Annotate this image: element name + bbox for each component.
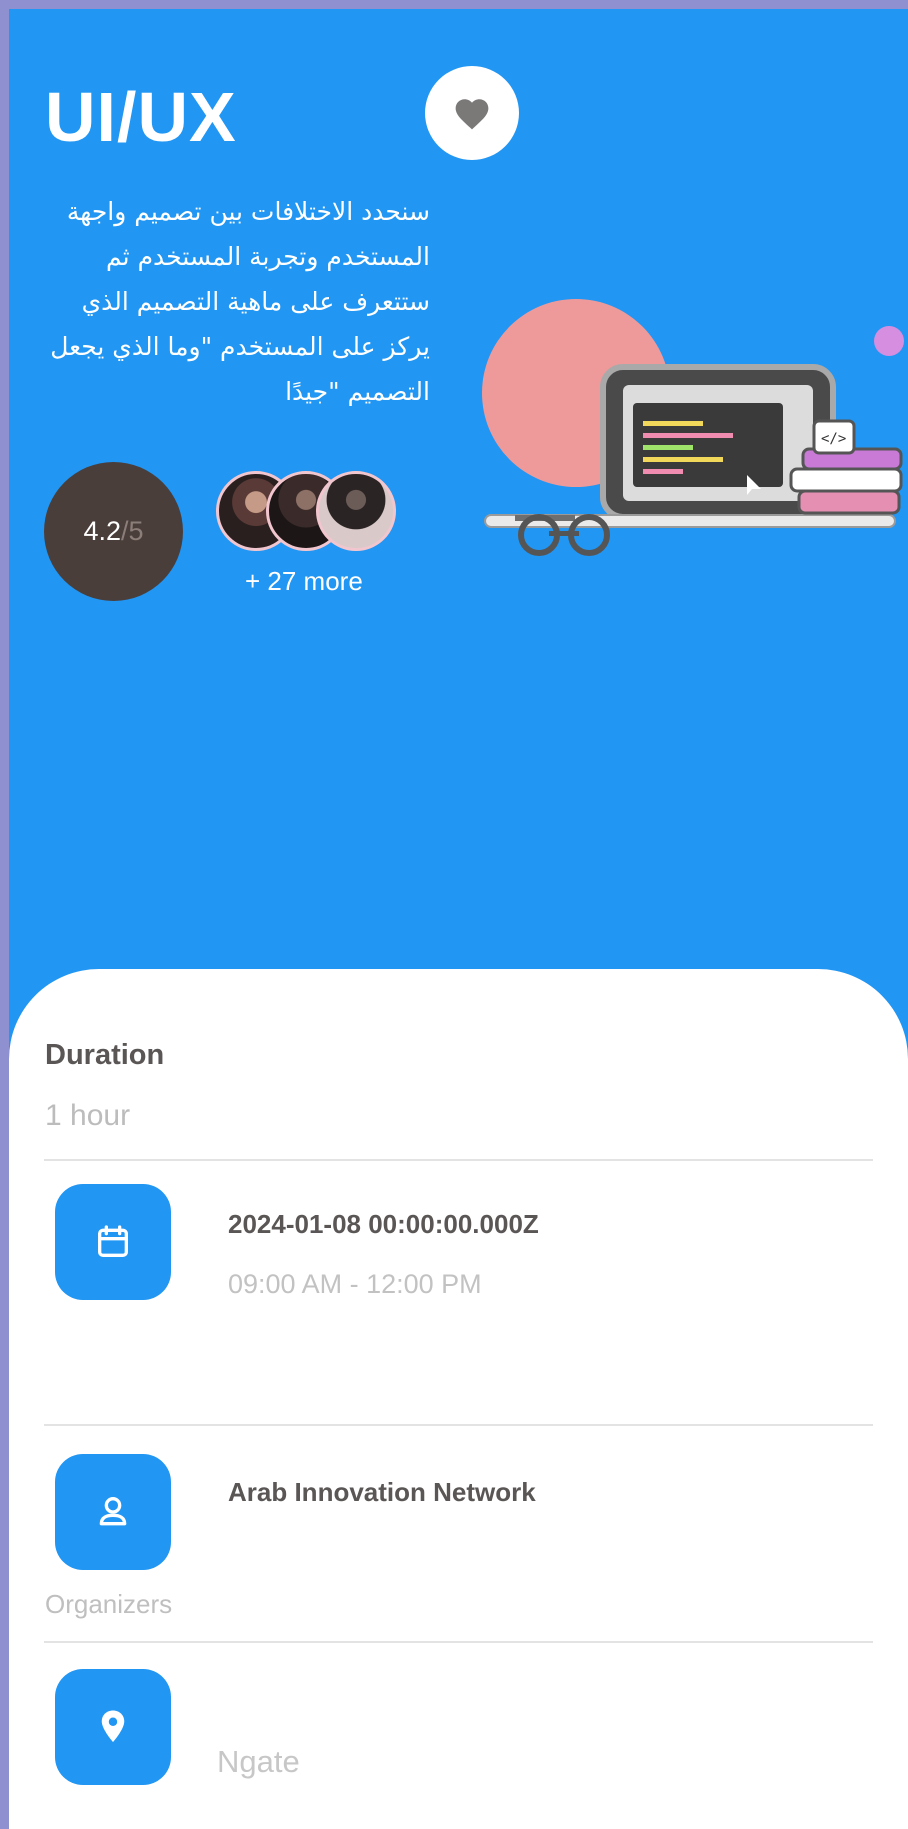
event-description: سنحدد الاختلافات بين تصميم واجهة المستخد… <box>50 197 430 406</box>
event-time: 09:00 AM - 12:00 PM <box>228 1269 482 1299</box>
avatar <box>316 471 396 551</box>
heart-icon <box>455 99 489 130</box>
favorite-button[interactable] <box>425 66 519 160</box>
calendar-icon <box>98 1225 128 1257</box>
rating-value: 4.2 <box>83 516 121 546</box>
location-text[interactable]: Ngate <box>217 1744 300 1780</box>
rating-badge: 4.2/5 <box>44 462 183 601</box>
svg-text:</>: </> <box>821 431 846 447</box>
laptop-illustration: </> <box>482 299 904 556</box>
duration-label: Duration <box>45 1039 165 1071</box>
date-icon-tile[interactable] <box>55 1184 171 1300</box>
event-date: 2024-01-08 00:00:00.000Z <box>228 1209 539 1239</box>
divider <box>44 1424 873 1426</box>
rating-max: /5 <box>121 516 144 546</box>
duration-value: 1 hour <box>45 1099 131 1132</box>
organizer-name[interactable]: Arab Innovation Network <box>228 1477 536 1508</box>
event-details-screen: UI/UX سنحدد الاختلافات بين تصميم واجهة ا… <box>9 9 908 1829</box>
divider <box>44 1641 873 1643</box>
user-icon <box>99 1497 127 1526</box>
event-title: UI/UX <box>45 78 237 156</box>
location-icon-tile[interactable] <box>55 1669 171 1785</box>
attendees-more-label[interactable]: + 27 more <box>245 566 363 597</box>
divider <box>44 1159 873 1161</box>
organizers-label: Organizers <box>45 1589 173 1619</box>
map-pin-icon <box>101 1710 125 1742</box>
organizer-icon-tile[interactable] <box>55 1454 171 1570</box>
